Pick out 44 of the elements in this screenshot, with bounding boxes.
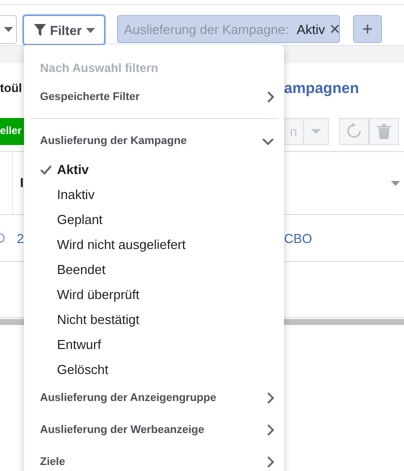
submenu-item[interactable]: Auslieferung der Werbeanzeige [24,414,284,446]
campaigns-link[interactable]: ampagnen [284,80,404,96]
submenu-label: Auslieferung der Anzeigengruppe [40,392,216,404]
chip-label: Auslieferung der Kampagne: [124,22,289,36]
chevron-right-icon [267,456,274,468]
option-item[interactable]: Nicht bestätigt [24,307,284,332]
chevron-right-icon [267,424,274,436]
submenu-item[interactable]: Ziele [24,446,284,471]
section-label: Auslieferung der Kampagne [40,135,187,147]
submenu-item[interactable]: Auslieferung der Anzeigengruppe [24,382,284,414]
option-item[interactable]: Gelöscht [24,357,284,382]
sort-caret-icon[interactable] [391,180,400,186]
chevron-down-icon [262,138,274,144]
refresh-button[interactable] [339,118,369,144]
dropdown-button[interactable] [0,15,17,44]
filter-button[interactable]: Filter [23,15,105,45]
trash-icon [377,123,391,139]
submenu-label: Auslieferung der Werbeanzeige [40,424,204,436]
submenu-label: Gespeicherte Filter [40,91,140,103]
campaign-link[interactable]: CBO [284,230,404,246]
table-cell: 2 [16,230,24,246]
caret-icon [86,28,95,32]
option-item[interactable]: Geplant [24,207,284,232]
section-header[interactable]: Auslieferung der Kampagne [24,125,284,157]
chevron-right-icon [267,392,274,404]
option-item[interactable]: Inaktiv [24,182,284,207]
delete-button[interactable] [369,118,399,144]
option-item[interactable]: Entwurf [24,332,284,357]
funnel-icon [34,24,46,36]
option-item[interactable]: Wird überprüft [24,282,284,307]
option-item[interactable]: Beendet [24,257,284,282]
caret-icon [311,128,321,134]
chip-value: Aktiv [296,22,325,36]
refresh-icon [346,123,362,139]
submenu-item[interactable]: Gespeicherte Filter [24,81,284,113]
chevron-right-icon [267,91,274,103]
option-item[interactable]: Aktiv [24,157,284,182]
add-button[interactable]: + [353,15,382,43]
page-title: toül [0,81,23,95]
check-icon [40,164,52,174]
close-button[interactable]: ✕ [324,21,341,37]
caret-icon [4,27,12,32]
submenu-label: Ziele [40,456,66,468]
option-item[interactable]: Wird nicht ausgeliefert [24,232,284,257]
